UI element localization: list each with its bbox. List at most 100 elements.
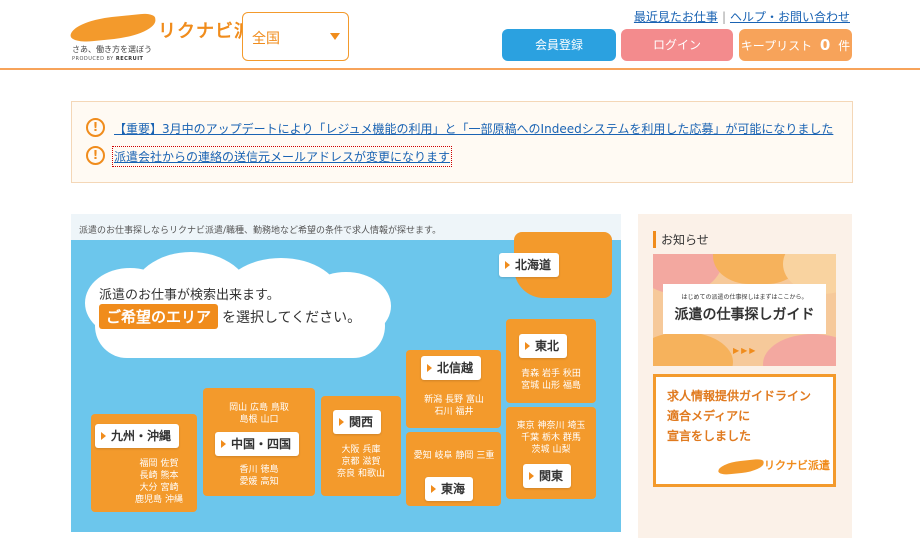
banner-deco-shape — [763, 334, 836, 366]
area-select-value: 全国 — [252, 31, 280, 47]
pref-link[interactable]: 兵庫 — [362, 445, 380, 455]
keep-list-count: 0 — [819, 36, 831, 54]
pref-link[interactable]: 岐阜 — [435, 451, 453, 461]
pref-link[interactable]: 滋賀 — [362, 457, 380, 467]
logo-tagline: さあ、働き方を選ぼう — [72, 45, 152, 54]
pref-link[interactable]: 福井 — [455, 407, 473, 417]
banner2-logo: リクナビ派遣 — [764, 459, 830, 472]
prefs-kansai: 大阪 兵庫 京都 滋賀 奈良 和歌山 — [323, 444, 399, 480]
pref-link[interactable]: 埼玉 — [567, 421, 585, 431]
region-label-hokkaido[interactable]: 北海道 — [499, 253, 560, 277]
pref-link[interactable]: 山梨 — [552, 445, 570, 455]
prefs-kyushu: 福岡 佐賀 長崎 熊本 大分 宮崎 鹿児島 沖縄 — [121, 458, 197, 506]
area-map: 派遣のお仕事探しならリクナビ派遣/職種、勤務地など希望の条件で求人情報が探せます… — [71, 214, 621, 532]
pref-link[interactable]: 福岡 — [140, 459, 158, 469]
pref-link[interactable]: 岡山 — [229, 403, 247, 413]
pref-link[interactable]: 佐賀 — [160, 459, 178, 469]
notice-box: ! 【重要】3月中のアップデートにより「レジュメ機能の利用」と「一部原稿へのIn… — [71, 101, 853, 183]
keep-list-label: キープリスト — [740, 39, 813, 53]
banner-card: はじめての派遣の仕事探しはまずはここから。 派遣の仕事探しガイド — [663, 284, 826, 334]
logo-swoosh-icon — [717, 458, 765, 476]
pref-link[interactable]: 福島 — [563, 381, 581, 391]
pref-link[interactable]: 奈良 — [337, 469, 355, 479]
prefs-kanto: 東京 神奈川 埼玉 千葉 栃木 群馬 茨城 山梨 — [509, 420, 593, 456]
region-label-kansai[interactable]: 関西 — [333, 410, 382, 434]
pref-link[interactable]: 大分 — [140, 483, 158, 493]
banner1-subtitle: はじめての派遣の仕事探しはまずはここから。 — [681, 294, 808, 301]
help-contact-link[interactable]: ヘルプ・お問い合わせ — [730, 10, 850, 24]
pref-link[interactable]: 石川 — [435, 407, 453, 417]
chevron-down-icon — [330, 33, 340, 40]
pref-link[interactable]: 富山 — [466, 395, 484, 405]
logo-swoosh-icon — [69, 12, 157, 44]
prefs-tohoku: 青森 岩手 秋田 宮城 山形 福島 — [511, 368, 591, 392]
pref-link[interactable]: 宮崎 — [160, 483, 178, 493]
pref-link[interactable]: 長野 — [445, 395, 463, 405]
pref-link[interactable]: 静岡 — [455, 451, 473, 461]
pref-link[interactable]: 三重 — [476, 451, 494, 461]
pref-link[interactable]: 群馬 — [563, 433, 581, 443]
pref-link[interactable]: 茨城 — [532, 445, 550, 455]
pref-link[interactable]: 島根 — [240, 415, 258, 425]
region-label-hokushinetsu[interactable]: 北信越 — [421, 356, 482, 380]
pref-link[interactable]: 神奈川 — [537, 421, 564, 431]
pref-link[interactable]: 愛媛 — [240, 477, 258, 487]
map-prompt-line2: ご希望のエリア を選択してください。 — [99, 304, 361, 329]
news-title: お知らせ — [653, 231, 709, 248]
region-label-chugoku-shikoku[interactable]: 中国・四国 — [215, 432, 300, 456]
banner2-line: 適合メディアに — [667, 409, 751, 423]
pref-link[interactable]: 青森 — [521, 369, 539, 379]
banner-deco-shape — [653, 332, 733, 366]
job-search-guide-banner[interactable]: はじめての派遣の仕事探しはまずはここから。 派遣の仕事探しガイド ▶▶▶ — [653, 254, 836, 366]
notice-link[interactable]: 派遣会社からの連絡の送信元メールアドレスが変更になります — [111, 146, 453, 167]
register-button[interactable]: 会員登録 — [502, 29, 616, 61]
pref-link[interactable]: 秋田 — [563, 369, 581, 379]
pref-link[interactable]: 徳島 — [260, 465, 278, 475]
keep-list-button[interactable]: キープリスト 0 件 — [739, 29, 852, 61]
warning-icon: ! — [86, 118, 105, 137]
region-label-kyushu-okinawa[interactable]: 九州・沖縄 — [95, 424, 180, 448]
pref-link[interactable]: 愛知 — [414, 451, 432, 461]
arrow-right-icon: ▶▶▶ — [733, 346, 758, 355]
site-logo[interactable]: リクナビ派遣 さあ、働き方を選ぼう PRODUCED BY RECRUIT — [69, 12, 271, 65]
region-label-tohoku[interactable]: 東北 — [519, 334, 568, 358]
region-label-kanto[interactable]: 関東 — [523, 464, 572, 488]
pref-link[interactable]: 鹿児島 — [135, 495, 162, 505]
pref-link[interactable]: 千葉 — [521, 433, 539, 443]
link-separator: | — [721, 10, 726, 24]
pref-link[interactable]: 岩手 — [542, 369, 560, 379]
map-prompt-highlight: ご希望のエリア — [99, 304, 219, 329]
recently-viewed-link[interactable]: 最近見たお仕事 — [634, 10, 718, 24]
pref-link[interactable]: 山形 — [542, 381, 560, 391]
pref-link[interactable]: 大阪 — [342, 445, 360, 455]
prefs-tokai: 愛知 岐阜 静岡 三重 — [407, 450, 501, 462]
pref-link[interactable]: 熊本 — [160, 471, 178, 481]
login-button[interactable]: ログイン — [621, 29, 733, 61]
pref-link[interactable]: 新潟 — [424, 395, 442, 405]
map-prompt-rest: を選択してください。 — [222, 310, 362, 326]
banner1-title: 派遣の仕事探しガイド — [674, 307, 815, 323]
news-sidebar: お知らせ はじめての派遣の仕事探しはまずはここから。 派遣の仕事探しガイド ▶▶… — [638, 214, 852, 538]
pref-link[interactable]: 山口 — [260, 415, 278, 425]
pref-link[interactable]: 高知 — [260, 477, 278, 487]
top-links: 最近見たお仕事 | ヘルプ・お問い合わせ — [634, 8, 850, 25]
banner2-line: 宣言をしました — [667, 429, 752, 443]
pref-link[interactable]: 栃木 — [542, 433, 560, 443]
prefs-chugoku: 岡山 広島 鳥取 島根 山口 — [211, 402, 307, 426]
pref-link[interactable]: 京都 — [342, 457, 360, 467]
banner2-line: 求人情報提供ガイドライン — [667, 389, 812, 403]
pref-link[interactable]: 宮城 — [521, 381, 539, 391]
region-label-tokai[interactable]: 東海 — [425, 477, 474, 501]
guideline-banner[interactable]: 求人情報提供ガイドライン 適合メディアに 宣言をしました リクナビ派遣 — [653, 374, 836, 487]
pref-link[interactable]: 東京 — [517, 421, 535, 431]
pref-link[interactable]: 鳥取 — [271, 403, 289, 413]
pref-link[interactable]: 長崎 — [140, 471, 158, 481]
pref-link[interactable]: 和歌山 — [358, 469, 385, 479]
pref-link[interactable]: 沖縄 — [165, 495, 183, 505]
notice-link[interactable]: 【重要】3月中のアップデートにより「レジュメ機能の利用」と「一部原稿へのInde… — [114, 120, 833, 137]
map-prompt-line1: 派遣のお仕事が検索出来ます。 — [99, 288, 280, 303]
pref-link[interactable]: 広島 — [250, 403, 268, 413]
pref-link[interactable]: 香川 — [240, 465, 258, 475]
area-select[interactable]: 全国 — [242, 12, 349, 61]
prefs-shikoku: 香川 徳島 愛媛 高知 — [211, 464, 307, 488]
